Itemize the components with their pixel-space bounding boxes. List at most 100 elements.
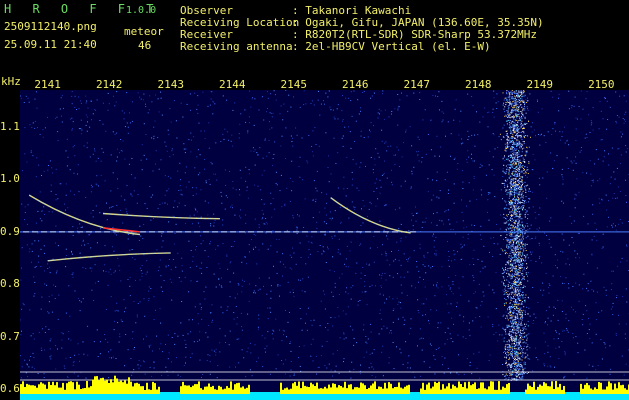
noise-dot [86, 142, 88, 144]
noise-dot [87, 243, 89, 245]
noise-dot [370, 203, 372, 205]
noise-dot [213, 173, 215, 175]
band-dot [518, 203, 520, 205]
noise-dot [422, 337, 424, 339]
noise-dot [510, 250, 512, 252]
noise-dot [197, 222, 199, 224]
band-dot [510, 307, 512, 309]
band-dot [518, 261, 520, 263]
noise-dot [484, 266, 486, 268]
band-dot [516, 216, 518, 218]
band-dot [517, 93, 518, 95]
noise-dot [201, 377, 202, 378]
band-dot [511, 121, 513, 123]
noise-dot [140, 235, 142, 237]
noise-dot [621, 257, 623, 259]
noise-dot [287, 321, 289, 323]
noise-dot [593, 179, 594, 181]
band-dot [518, 247, 520, 249]
noise-dot [97, 356, 99, 357]
band-dot [516, 125, 518, 127]
noise-dot [396, 146, 398, 148]
band-dot [512, 153, 514, 155]
band-dot [514, 302, 516, 303]
noise-dot [365, 341, 367, 343]
band-dot [514, 97, 516, 99]
noise-dot [124, 311, 125, 313]
band-dot [519, 229, 521, 231]
noise-dot [375, 148, 377, 150]
noise-dot [145, 335, 147, 337]
band-dot [509, 364, 511, 366]
noise-dot [553, 338, 555, 340]
noise-dot [523, 228, 525, 230]
noise-dot [406, 294, 408, 296]
band-dot [514, 229, 515, 231]
band-dot [508, 197, 510, 199]
band-dot [524, 336, 525, 338]
noise-dot [561, 174, 563, 176]
noise-dot [389, 264, 391, 266]
noise-dot [339, 337, 341, 339]
noise-dot [277, 284, 279, 285]
band-dot [515, 138, 517, 140]
noise-dot [302, 278, 304, 280]
noise-dot [550, 366, 552, 368]
band-dot [522, 226, 524, 228]
noise-dot [334, 286, 336, 288]
band-dot [516, 376, 517, 378]
noise-dot [481, 301, 483, 303]
noise-dot [448, 265, 450, 267]
noise-dot [413, 166, 415, 168]
noise-dot [164, 194, 166, 196]
noise-dot [433, 246, 435, 248]
band-dot [524, 181, 526, 183]
noise-dot [28, 251, 30, 253]
band-dot [511, 292, 513, 294]
band-dot [528, 146, 530, 148]
noise-dot [472, 160, 474, 162]
band-dot [521, 278, 523, 280]
band-dot [514, 221, 516, 223]
noise-dot [386, 150, 388, 152]
band-dot [508, 346, 510, 348]
noise-dot [589, 323, 591, 325]
noise-dot [539, 256, 541, 257]
noise-dot [285, 90, 287, 91]
band-dot [506, 142, 508, 144]
noise-dot [443, 112, 445, 114]
noise-dot [557, 299, 559, 301]
band-dot [502, 315, 504, 317]
noise-dot [367, 338, 369, 340]
noise-dot [307, 307, 309, 309]
band-dot [524, 109, 526, 111]
band-dot [524, 314, 526, 315]
noise-dot [80, 102, 82, 104]
band-dot [514, 321, 516, 323]
noise-dot [608, 200, 609, 202]
noise-dot [551, 134, 553, 136]
band-dot [525, 352, 527, 354]
noise-dot [21, 366, 23, 368]
band-dot [522, 339, 524, 341]
noise-dot [379, 179, 381, 181]
band-dot [519, 357, 521, 359]
noise-dot [602, 118, 604, 120]
noise-dot [542, 177, 544, 179]
noise-dot [434, 373, 436, 375]
band-dot [512, 324, 514, 326]
band-dot [516, 190, 518, 192]
band-dot [512, 281, 514, 282]
band-dot [515, 169, 517, 171]
band-dot [524, 168, 525, 170]
noise-dot [376, 178, 377, 180]
noise-dot [210, 312, 211, 314]
band-dot [514, 360, 515, 362]
noise-dot [312, 360, 314, 362]
noise-dot [522, 263, 524, 265]
noise-dot [44, 214, 45, 215]
noise-dot [382, 173, 384, 175]
noise-dot [345, 291, 347, 293]
noise-dot [534, 159, 536, 161]
band-dot [513, 274, 515, 276]
